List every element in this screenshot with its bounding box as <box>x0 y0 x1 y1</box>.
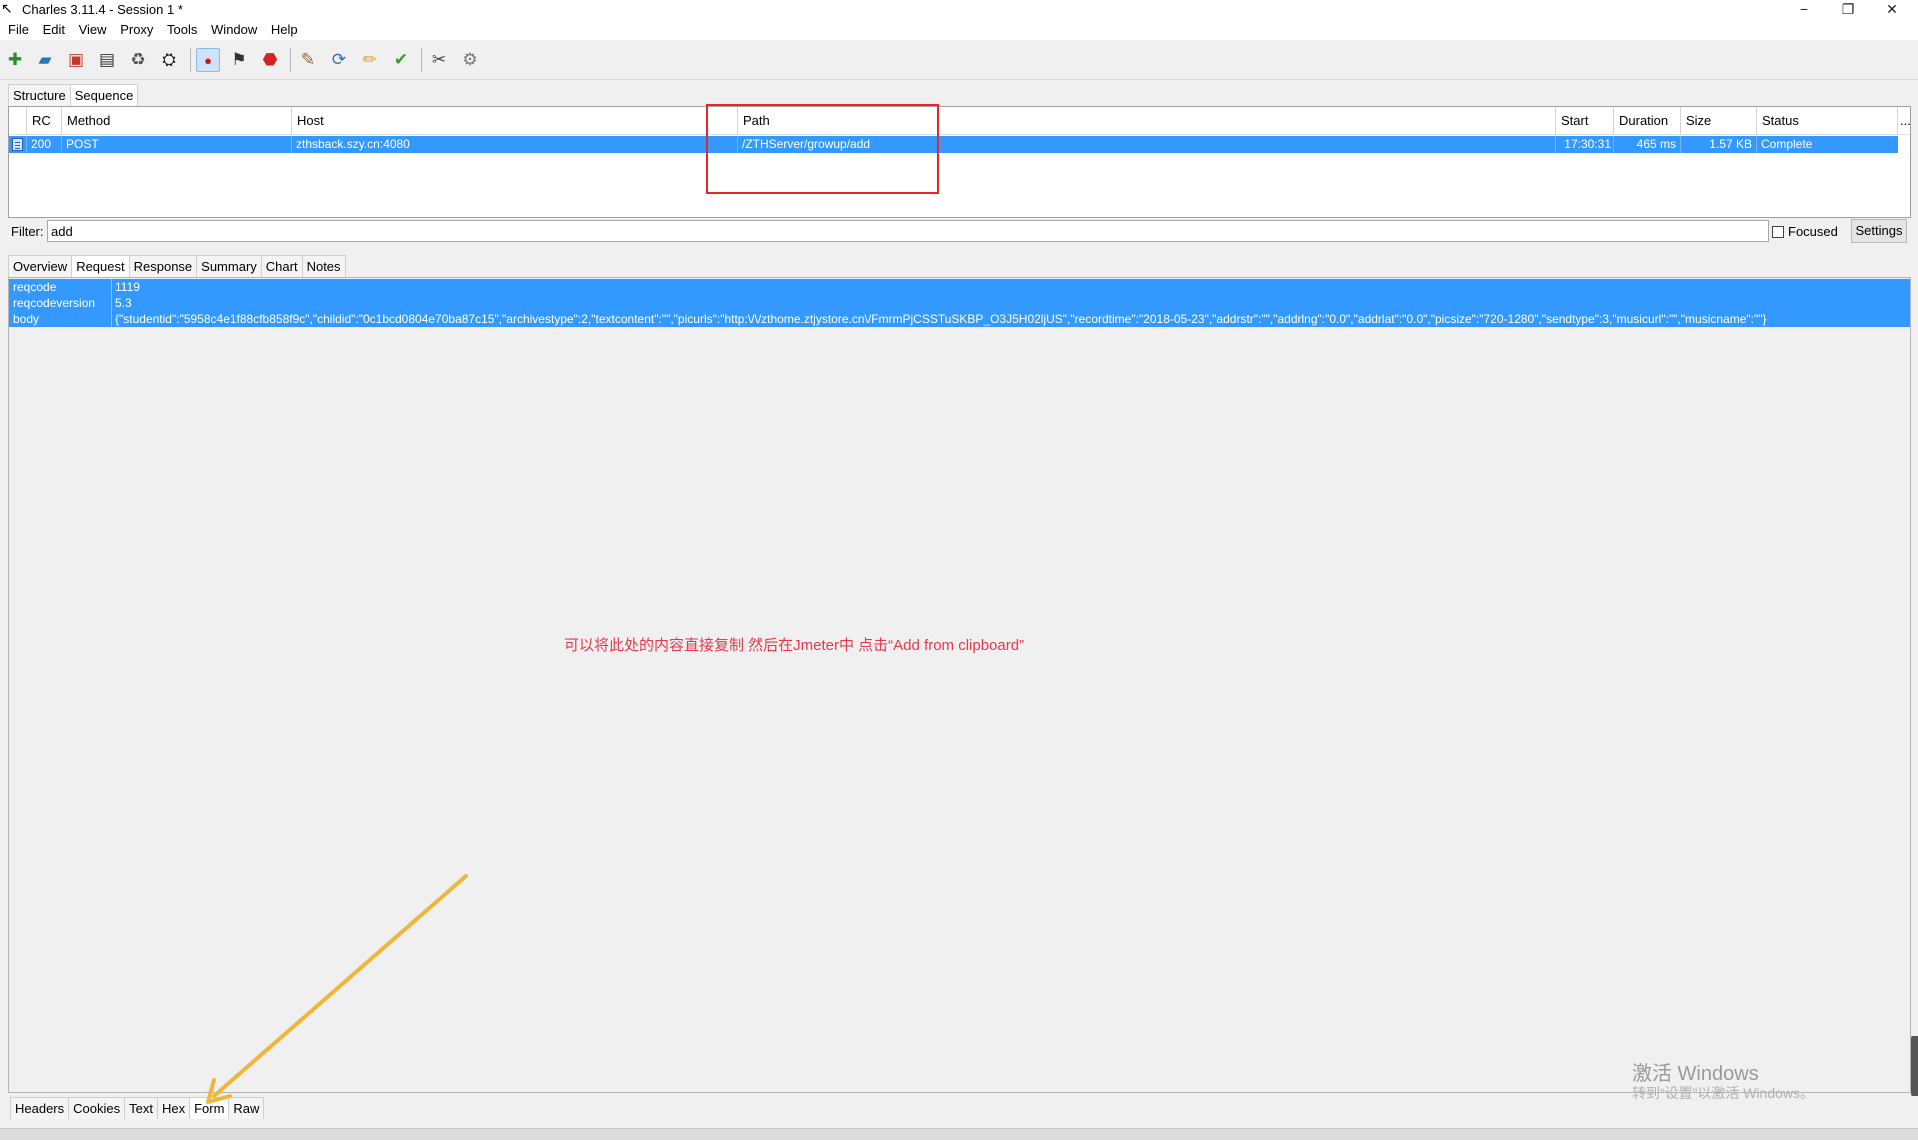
menu-tools[interactable]: Tools <box>167 20 197 37</box>
cell-host: zthsback.szy.cn:4080 <box>291 136 737 153</box>
activation-watermark-subtitle: 转到“设置”以激活 Windows。 <box>1632 1085 1815 1101</box>
checkbox-box[interactable] <box>1772 226 1784 238</box>
tools-icon[interactable]: ✂ <box>427 48 451 72</box>
tab-form[interactable]: Form <box>189 1097 230 1119</box>
edit-icon[interactable]: ✏ <box>358 48 382 72</box>
sessions-table: RC Method Host Path Start Duration Size … <box>8 106 1911 218</box>
tab-response[interactable]: Response <box>128 255 198 277</box>
menu-help[interactable]: Help <box>271 20 298 37</box>
cell-method: POST <box>61 136 299 153</box>
column-method[interactable]: Method <box>61 107 299 135</box>
save-icon[interactable]: ▤ <box>95 48 119 72</box>
column-rc[interactable]: RC <box>26 107 55 135</box>
cell-rc: 200 <box>26 136 55 153</box>
bottom-tabs: Headers Cookies Text Hex Form Raw <box>10 1097 265 1119</box>
detail-tabs: Overview Request Response Summary Chart Notes <box>8 255 346 277</box>
menu-file[interactable]: File <box>8 20 29 37</box>
request-form-panel: reqcode 1119 reqcodeversion 5.3 body {"s… <box>8 277 1911 1093</box>
param-name: reqcodeversion <box>13 296 96 310</box>
new-session-icon[interactable]: ✚ <box>3 48 27 72</box>
focused-checkbox[interactable]: Focused <box>1772 224 1838 239</box>
settings-button[interactable]: Settings <box>1851 219 1907 243</box>
view-tabs: Structure Sequence <box>8 84 139 106</box>
tab-sequence[interactable]: Sequence <box>69 84 139 106</box>
table-header: RC Method Host Path Start Duration Size … <box>9 107 1911 135</box>
request-icon <box>12 138 23 151</box>
param-name: body <box>13 312 40 326</box>
param-value: 1119 <box>111 279 1910 295</box>
tab-hex[interactable]: Hex <box>156 1097 191 1119</box>
side-panel-handle[interactable] <box>1911 1036 1918 1096</box>
close-button[interactable]: ✕ <box>1870 0 1914 20</box>
window-title: Charles 3.11.4 - Session 1 * <box>22 2 183 17</box>
status-bar <box>0 1128 1918 1140</box>
column-duration[interactable]: Duration <box>1613 107 1680 135</box>
param-name: reqcode <box>13 280 57 294</box>
param-value: 5.3 <box>111 295 1910 311</box>
menu-bar: File Edit View Proxy Tools Window Help <box>0 20 1918 40</box>
maximize-button[interactable]: ❐ <box>1826 0 1870 20</box>
toolbar-separator <box>190 48 191 72</box>
menu-view[interactable]: View <box>79 20 107 37</box>
clear-icon[interactable]: ♻ <box>126 48 150 72</box>
menu-edit[interactable]: Edit <box>43 20 65 37</box>
filter-label: Filter: <box>11 224 44 239</box>
throttle-icon[interactable]: ⚑ <box>227 48 251 72</box>
minimize-button[interactable]: − <box>1782 0 1826 20</box>
column-host[interactable]: Host <box>291 107 737 135</box>
list-item[interactable]: reqcode 1119 <box>9 279 1910 295</box>
tab-chart[interactable]: Chart <box>260 255 303 277</box>
annotation-text: 可以将此处的内容直接复制 然后在Jmeter中 点击“Add from clip… <box>564 637 1025 654</box>
list-item[interactable]: reqcodeversion 5.3 <box>9 295 1910 311</box>
toolbar: ✚ ▰ ▣ ▤ ♻ ⛭ ● ⚑ ⬣ ✎ ⟳ ✏ ✔ ✂ ⚙ <box>0 40 1918 80</box>
tab-raw[interactable]: Raw <box>228 1097 265 1119</box>
repeat-icon[interactable]: ⟳ <box>327 48 351 72</box>
tab-headers[interactable]: Headers <box>10 1097 70 1119</box>
focused-label: Focused <box>1788 224 1838 239</box>
tab-request[interactable]: Request <box>71 255 130 277</box>
table-row[interactable]: 200 POST zthsback.szy.cn:4080 /ZTHServer… <box>9 136 1898 153</box>
toolbar-separator <box>290 48 291 72</box>
find-icon[interactable]: ⛭ <box>157 48 181 72</box>
filter-bar: Filter: Focused Settings <box>8 219 1911 244</box>
tab-summary[interactable]: Summary <box>196 255 262 277</box>
record-icon[interactable]: ● <box>196 48 220 72</box>
cell-duration: 465 ms <box>1613 136 1680 153</box>
stop-icon[interactable]: ⬣ <box>258 48 282 72</box>
tab-structure[interactable]: Structure <box>8 84 71 106</box>
column-start[interactable]: Start <box>1555 107 1615 135</box>
column-status[interactable]: Status <box>1756 107 1897 135</box>
compose-icon[interactable]: ✎ <box>296 48 320 72</box>
tab-text[interactable]: Text <box>124 1097 158 1119</box>
filter-input[interactable] <box>47 220 1769 242</box>
title-bar: ↖ Charles 3.11.4 - Session 1 * − ❐ ✕ <box>0 0 1918 20</box>
cell-status: Complete <box>1756 136 1897 153</box>
open-session-icon[interactable]: ▰ <box>33 48 57 72</box>
list-item[interactable]: body {"studentid":"5958c4e1f88cfb858f9c"… <box>9 311 1910 327</box>
annotation-highlight-box <box>706 104 939 194</box>
cell-start: 17:30:31 <box>1555 136 1615 153</box>
settings-icon[interactable]: ⚙ <box>458 48 482 72</box>
column-chooser[interactable]: ... <box>1897 107 1911 135</box>
activation-watermark: 激活 Windows <box>1632 1063 1759 1085</box>
validate-icon[interactable]: ✔ <box>389 48 413 72</box>
toolbar-separator <box>421 48 422 72</box>
close-session-icon[interactable]: ▣ <box>64 48 88 72</box>
menu-proxy[interactable]: Proxy <box>120 20 153 37</box>
mouse-cursor-icon: ↖ <box>1 0 13 16</box>
param-value: {"studentid":"5958c4e1f88cfb858f9c","chi… <box>111 311 1910 327</box>
tab-cookies[interactable]: Cookies <box>68 1097 126 1119</box>
column-size[interactable]: Size <box>1680 107 1756 135</box>
cell-size: 1.57 KB <box>1680 136 1756 153</box>
tab-overview[interactable]: Overview <box>8 255 73 277</box>
menu-window[interactable]: Window <box>211 20 257 37</box>
tab-notes[interactable]: Notes <box>301 255 346 277</box>
